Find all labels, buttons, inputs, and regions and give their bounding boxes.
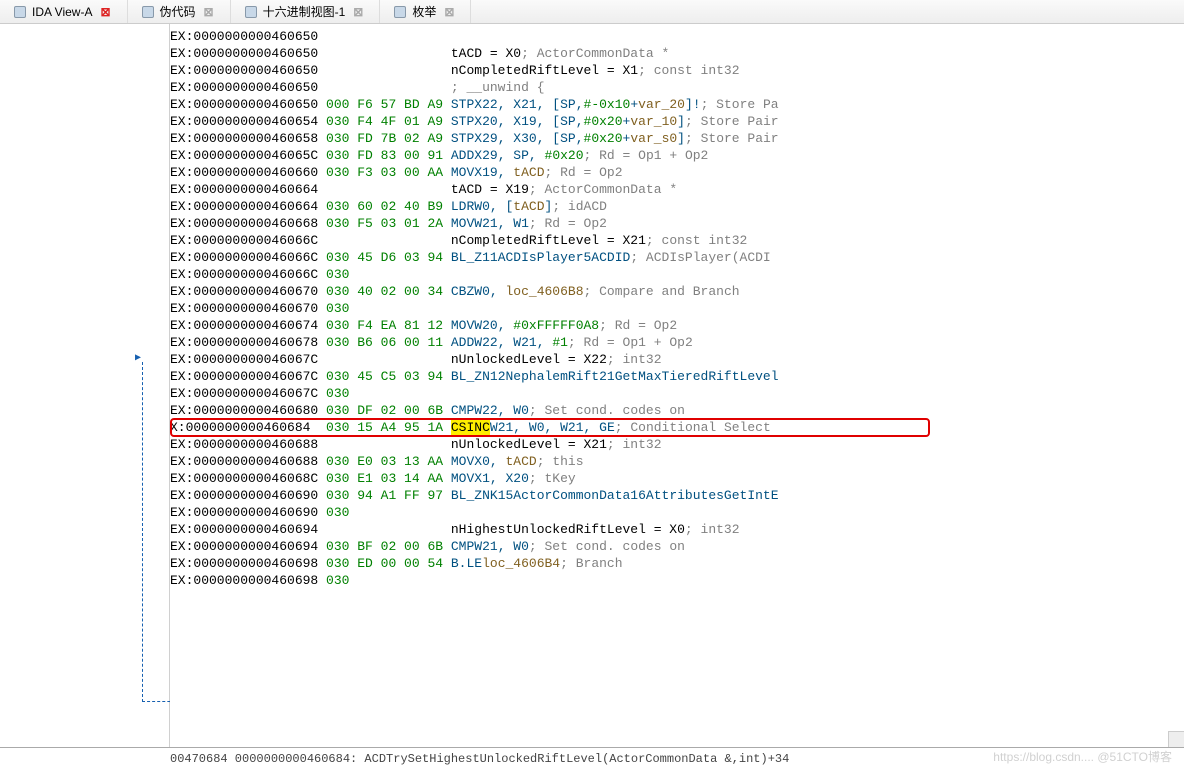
code-line[interactable]: EX:0000000000460670 030 40 02 00 34 CBZ … — [170, 283, 1184, 300]
tab-icon — [14, 6, 26, 18]
code-line[interactable]: EX:0000000000460680 030 DF 02 00 6B CMP … — [170, 402, 1184, 419]
tab-label: 枚举 — [412, 3, 436, 20]
code-line[interactable]: EX:0000000000460664 030 60 02 40 B9 LDR … — [170, 198, 1184, 215]
close-icon[interactable]: ⊠ — [98, 5, 112, 19]
tab-label: IDA View-A — [32, 5, 92, 19]
code-line[interactable]: X:0000000000460684 030 15 A4 95 1A CSINC… — [170, 419, 1184, 436]
code-line[interactable]: EX:000000000046067C 030 45 C5 03 94 BL _… — [170, 368, 1184, 385]
arrow-head-icon: ▶ — [135, 352, 141, 364]
code-line[interactable]: EX:000000000046067C nUnlockedLevel = X22… — [170, 351, 1184, 368]
code-line[interactable]: EX:0000000000460698 030 ED 00 00 54 B.LE… — [170, 555, 1184, 572]
gutter: ▶ — [0, 24, 170, 747]
tab-pseudocode[interactable]: 伪代码 ⊠ — [128, 0, 231, 23]
tab-ida-view[interactable]: IDA View-A ⊠ — [0, 0, 128, 23]
code-line[interactable]: EX:000000000046067C 030 — [170, 385, 1184, 402]
close-icon[interactable]: ⊠ — [351, 5, 365, 19]
watermark-text: https://blog.csdn.... @51CTO博客 — [993, 748, 1172, 765]
tab-label: 伪代码 — [160, 3, 196, 20]
code-line[interactable]: EX:0000000000460678 030 B6 06 00 11 ADD … — [170, 334, 1184, 351]
tab-label: 十六进制视图-1 — [263, 3, 346, 20]
code-line[interactable]: EX:000000000046066C 030 45 D6 03 94 BL _… — [170, 249, 1184, 266]
content-area: ▶ EX:0000000000460650 EX:000000000046065… — [0, 24, 1184, 747]
code-line[interactable]: EX:0000000000460650 — [170, 28, 1184, 45]
code-line[interactable]: EX:0000000000460650 tACD = X0 ; ActorCom… — [170, 45, 1184, 62]
disassembly-view[interactable]: EX:0000000000460650 EX:0000000000460650 … — [170, 24, 1184, 747]
tab-bar: IDA View-A ⊠ 伪代码 ⊠ 十六进制视图-1 ⊠ 枚举 ⊠ — [0, 0, 1184, 24]
code-line[interactable]: EX:0000000000460664 tACD = X19 ; ActorCo… — [170, 181, 1184, 198]
code-line[interactable]: EX:000000000046065C 030 FD 83 00 91 ADD … — [170, 147, 1184, 164]
status-text: 00470684 0000000000460684: ACDTrySetHigh… — [170, 752, 789, 766]
tab-icon — [394, 6, 406, 18]
code-line[interactable]: EX:0000000000460690 030 — [170, 504, 1184, 521]
code-line[interactable]: EX:0000000000460688 030 E0 03 13 AA MOV … — [170, 453, 1184, 470]
code-line[interactable]: EX:0000000000460694 nHighestUnlockedRift… — [170, 521, 1184, 538]
code-line[interactable]: EX:0000000000460688 nUnlockedLevel = X21… — [170, 436, 1184, 453]
code-line[interactable]: EX:0000000000460650 nCompletedRiftLevel … — [170, 62, 1184, 79]
code-line[interactable]: EX:0000000000460658 030 FD 7B 02 A9 STP … — [170, 130, 1184, 147]
code-line[interactable]: EX:0000000000460674 030 F4 EA 81 12 MOV … — [170, 317, 1184, 334]
code-line[interactable]: EX:0000000000460668 030 F5 03 01 2A MOV … — [170, 215, 1184, 232]
code-line[interactable]: EX:000000000046066C nCompletedRiftLevel … — [170, 232, 1184, 249]
code-line[interactable]: EX:0000000000460694 030 BF 02 00 6B CMP … — [170, 538, 1184, 555]
tab-hexview[interactable]: 十六进制视图-1 ⊠ — [231, 0, 381, 23]
code-line[interactable]: EX:0000000000460654 030 F4 4F 01 A9 STP … — [170, 113, 1184, 130]
tab-icon — [245, 6, 257, 18]
close-icon[interactable]: ⊠ — [442, 5, 456, 19]
close-icon[interactable]: ⊠ — [202, 5, 216, 19]
tab-icon — [142, 6, 154, 18]
code-line[interactable]: EX:0000000000460650 ; __unwind { — [170, 79, 1184, 96]
code-line[interactable]: EX:000000000046066C 030 — [170, 266, 1184, 283]
code-line[interactable]: EX:0000000000460670 030 — [170, 300, 1184, 317]
code-line[interactable]: EX:0000000000460650 000 F6 57 BD A9 STP … — [170, 96, 1184, 113]
tab-enums[interactable]: 枚举 ⊠ — [380, 0, 471, 23]
code-line[interactable]: EX:0000000000460690 030 94 A1 FF 97 BL _… — [170, 487, 1184, 504]
code-line[interactable]: EX:0000000000460698 030 — [170, 572, 1184, 589]
scroll-corner — [1168, 731, 1184, 747]
code-line[interactable]: EX:0000000000460660 030 F3 03 00 AA MOV … — [170, 164, 1184, 181]
code-line[interactable]: EX:000000000046068C 030 E1 03 14 AA MOV … — [170, 470, 1184, 487]
